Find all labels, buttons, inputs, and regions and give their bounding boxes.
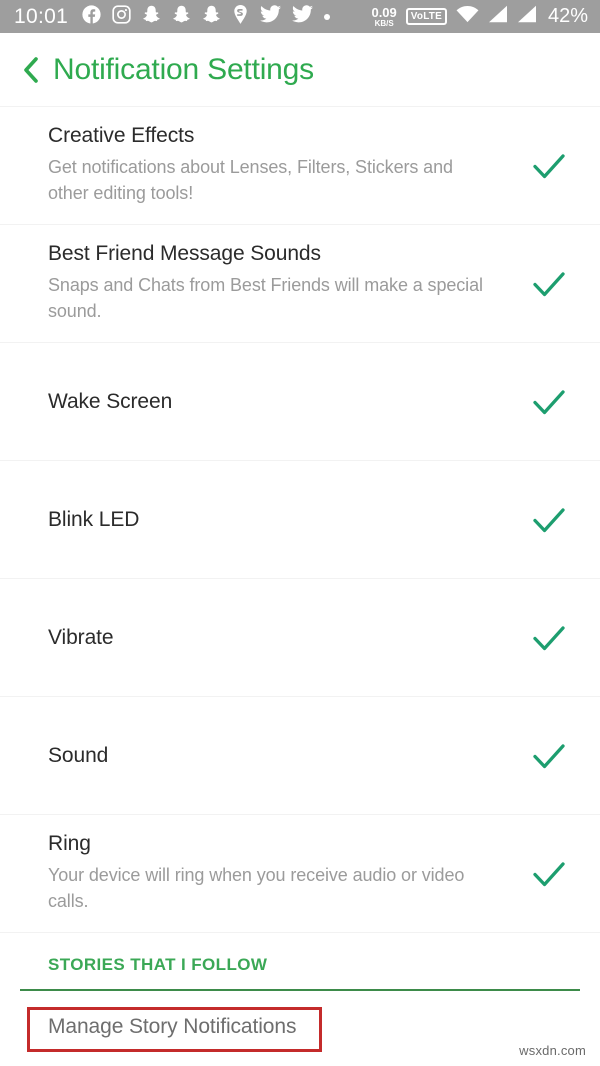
data-rate-indicator: 0.09 KB/S bbox=[371, 6, 396, 28]
settings-list: Creative Effects Get notifications about… bbox=[0, 106, 600, 932]
setting-subtitle: Snaps and Chats from Best Friends will m… bbox=[48, 275, 483, 321]
setting-row-creative-effects[interactable]: Creative Effects Get notifications about… bbox=[0, 106, 600, 224]
setting-row-sound[interactable]: Sound bbox=[0, 696, 600, 814]
status-time: 10:01 bbox=[14, 4, 69, 28]
row-text-block: Vibrate bbox=[48, 626, 528, 650]
more-dot-icon bbox=[324, 13, 331, 20]
row-text-block: Best Friend Message Sounds Snaps and Cha… bbox=[48, 242, 528, 324]
checkmark-icon[interactable] bbox=[528, 145, 570, 187]
setting-row-vibrate[interactable]: Vibrate bbox=[0, 578, 600, 696]
manage-story-notifications-link[interactable]: Manage Story Notifications bbox=[48, 1015, 296, 1039]
row-text-block: Sound bbox=[48, 744, 528, 768]
checkmark-icon[interactable] bbox=[528, 735, 570, 777]
setting-subtitle: Get notifications about Lenses, Filters,… bbox=[48, 157, 453, 203]
checkmark-icon[interactable] bbox=[528, 853, 570, 895]
twitter-icon bbox=[292, 5, 314, 28]
section-label: STORIES THAT I FOLLOW bbox=[48, 955, 268, 974]
signal-sim1-icon bbox=[488, 5, 508, 28]
page-header: Notification Settings bbox=[0, 33, 600, 106]
setting-row-wake-screen[interactable]: Wake Screen bbox=[0, 342, 600, 460]
checkmark-icon[interactable] bbox=[528, 381, 570, 423]
status-system-icons: 0.09 KB/S VoLTE 42% bbox=[371, 5, 588, 28]
battery-percentage: 42% bbox=[547, 5, 588, 27]
setting-title: Blink LED bbox=[48, 507, 140, 531]
facebook-icon bbox=[82, 4, 101, 29]
setting-title: Creative Effects bbox=[48, 124, 195, 148]
checkmark-icon[interactable] bbox=[528, 499, 570, 541]
signal-sim2-icon bbox=[517, 5, 537, 28]
status-bar: 10:01 0.09 KB/S VoLTE 42% bbox=[0, 0, 600, 33]
manage-story-area: Manage Story Notifications bbox=[0, 991, 600, 1063]
row-text-block: Blink LED bbox=[48, 508, 528, 532]
wifi-icon bbox=[456, 5, 479, 28]
stories-section-header: STORIES THAT I FOLLOW bbox=[0, 932, 600, 975]
setting-row-ring[interactable]: Ring Your device will ring when you rece… bbox=[0, 814, 600, 932]
snapchat-ghost-icon bbox=[172, 4, 191, 29]
status-notification-icons bbox=[82, 4, 331, 30]
setting-title: Vibrate bbox=[48, 625, 114, 649]
row-text-block: Ring Your device will ring when you rece… bbox=[48, 832, 528, 914]
twitter-icon bbox=[260, 5, 282, 28]
data-rate-value: 0.09 bbox=[371, 4, 397, 20]
row-text-block: Creative Effects Get notifications about… bbox=[48, 124, 528, 206]
setting-title: Sound bbox=[48, 743, 109, 767]
instagram-icon bbox=[112, 4, 131, 29]
phone-screen: 10:01 0.09 KB/S VoLTE 42% Notification S… bbox=[0, 0, 600, 1066]
row-text-block: Wake Screen bbox=[48, 390, 528, 414]
setting-row-blink-led[interactable]: Blink LED bbox=[0, 460, 600, 578]
setting-subtitle: Your device will ring when you receive a… bbox=[48, 865, 465, 911]
checkmark-icon[interactable] bbox=[528, 617, 570, 659]
page-title: Notification Settings bbox=[53, 52, 314, 86]
snapchat-ghost-icon bbox=[202, 4, 221, 29]
setting-title: Wake Screen bbox=[48, 389, 173, 413]
snapchat-pin-icon bbox=[232, 4, 249, 30]
checkmark-icon[interactable] bbox=[528, 263, 570, 305]
volte-icon: VoLTE bbox=[405, 8, 447, 25]
data-rate-unit: KB/S bbox=[374, 18, 394, 28]
setting-row-best-friend-message-sounds[interactable]: Best Friend Message Sounds Snaps and Cha… bbox=[0, 224, 600, 342]
snapchat-ghost-icon bbox=[142, 4, 161, 29]
setting-title: Best Friend Message Sounds bbox=[48, 242, 321, 266]
watermark: wsxdn.com bbox=[519, 1043, 586, 1058]
setting-title: Ring bbox=[48, 832, 91, 856]
back-button[interactable] bbox=[18, 55, 44, 85]
